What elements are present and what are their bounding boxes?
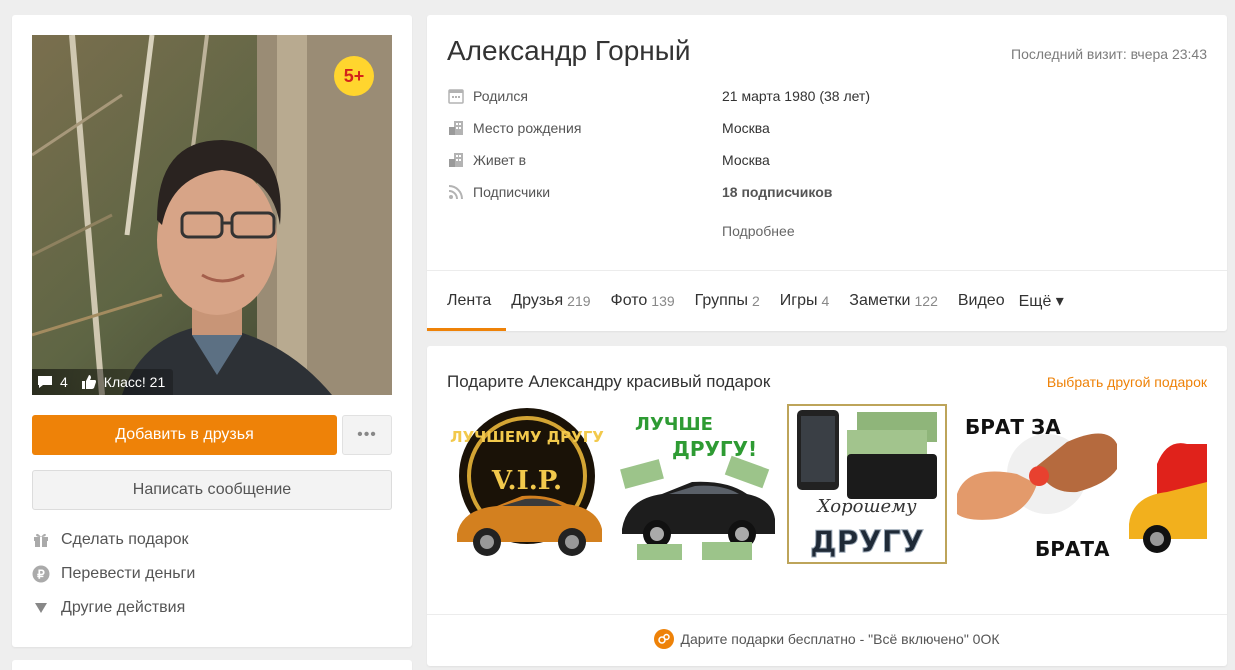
info-label: Живет в <box>473 152 527 168</box>
tab-label: Фото <box>610 291 648 309</box>
action-make-gift[interactable]: Сделать подарок <box>32 529 189 551</box>
profile-tabs: Лента Друзья 219 Фото 139 Группы 2 Игры 4 За… <box>426 270 1084 331</box>
tab-label: Друзья <box>511 291 564 309</box>
tab-count: 139 <box>651 292 675 309</box>
gift-icon <box>32 532 50 548</box>
tab-label: Группы <box>694 291 748 309</box>
profile-info-card: Александр Горный Последний визит: вчера … <box>426 15 1227 331</box>
more-options-button[interactable]: ••• <box>342 415 392 455</box>
subscribers-link[interactable]: 18 подписчиков <box>722 184 832 200</box>
building-icon <box>447 151 465 169</box>
tab-label: Лента <box>447 291 492 309</box>
gift-text-top: Хорошему <box>815 496 917 517</box>
svg-text:₽: ₽ <box>37 568 45 582</box>
info-subscribers: Подписчики 18 подписчиков <box>447 182 832 202</box>
tab-more-dropdown[interactable]: Ещё ▾ <box>1019 270 1064 331</box>
tab-count: 122 <box>914 292 938 309</box>
choose-other-gift-link[interactable]: Выбрать другой подарок <box>1047 374 1207 390</box>
building-icon <box>447 119 465 137</box>
triangle-down-icon <box>32 602 50 614</box>
info-birthday: Родился 21 марта 1980 (38 лет) <box>447 86 870 106</box>
gift-text-top: ЛУЧШЕМУ ДРУГУ <box>450 428 604 446</box>
free-gifts-promo[interactable]: Дарите подарки бесплатно - "Всё включено… <box>427 629 1227 649</box>
age-badge: 5+ <box>334 56 374 96</box>
info-value[interactable]: Москва <box>722 152 770 168</box>
last-visit: Последний визит: вчера 23:43 <box>1011 46 1207 62</box>
tab-feed[interactable]: Лента <box>426 270 507 331</box>
add-friend-button[interactable]: Добавить в друзья <box>32 415 337 455</box>
tab-label: Заметки <box>849 291 911 309</box>
gift-text-mid: V.I.P. <box>491 466 562 496</box>
gift-taxi-car-image <box>1127 404 1207 564</box>
gift-item[interactable] <box>1127 404 1207 564</box>
like-count: Класс! 21 <box>103 374 166 390</box>
info-lives-in: Живет в Москва <box>447 150 770 170</box>
comment-count: 4 <box>60 374 68 390</box>
tab-games[interactable]: Игры 4 <box>780 270 830 331</box>
ruble-icon: ₽ <box>32 565 50 583</box>
gift-money-car-image: ЛУЧШЕ ДРУГУ! <box>617 404 777 564</box>
gift-item[interactable]: Хорошему ДРУГУ <box>787 404 947 564</box>
info-label: Место рождения <box>473 120 582 136</box>
tab-video[interactable]: Видео <box>958 270 1005 331</box>
more-details-link[interactable]: Подробнее <box>722 223 795 239</box>
gift-text-mid: ДРУГУ! <box>672 437 757 461</box>
action-other-actions[interactable]: Другие действия <box>32 597 185 619</box>
tab-friends[interactable]: Друзья 219 <box>511 270 590 331</box>
gifts-card: Подарите Александру красивый подарок Выб… <box>427 346 1227 666</box>
tab-photos[interactable]: Фото 139 <box>611 270 675 331</box>
gift-text-top: ЛУЧШЕ <box>635 414 713 435</box>
write-message-button[interactable]: Написать сообщение <box>32 470 392 510</box>
like-icon <box>81 375 96 389</box>
info-birthplace: Место рождения Москва <box>447 118 770 138</box>
gifts-title: Подарите Александру красивый подарок <box>447 372 771 391</box>
gift-item[interactable]: БРАТ ЗА БРАТА <box>957 404 1117 564</box>
gift-item[interactable]: ЛУЧШЕ ДРУГУ! <box>617 404 777 564</box>
profile-name: Александр Горный <box>447 35 691 66</box>
action-transfer-money[interactable]: ₽ Перевести деньги <box>32 563 195 585</box>
info-label: Подписчики <box>473 184 551 200</box>
rss-icon <box>447 183 465 201</box>
gift-wallet-image: Хорошему ДРУГУ <box>787 404 947 564</box>
action-label: Сделать подарок <box>61 531 189 548</box>
all-inclusive-icon <box>654 629 675 649</box>
tab-label: Игры <box>779 291 818 309</box>
tab-count: 219 <box>567 292 591 309</box>
tab-label: Видео <box>957 291 1005 309</box>
free-gifts-text: Дарите подарки бесплатно - "Всё включено… <box>680 631 1000 647</box>
gift-item[interactable]: ЛУЧШЕМУ ДРУГУ V.I.P. <box>447 404 607 564</box>
info-value[interactable]: Москва <box>722 120 770 136</box>
gift-text-mid: БРАТА <box>1035 537 1110 561</box>
tab-label: Ещё ▾ <box>1018 292 1064 310</box>
tab-count: 2 <box>751 292 760 309</box>
action-label: Другие действия <box>61 599 186 616</box>
info-label: Родился <box>473 88 528 104</box>
profile-sidebar: 5+ 4 Класс! 21 Добавить в друзья ••• Нап… <box>12 15 412 647</box>
sidebar-next-card <box>12 660 412 670</box>
calendar-icon <box>447 87 465 105</box>
tab-groups[interactable]: Группы 2 <box>695 270 760 331</box>
gift-brother-fists-image: БРАТ ЗА БРАТА <box>957 404 1117 564</box>
divider <box>427 614 1227 615</box>
info-value[interactable]: 21 марта 1980 (38 лет) <box>722 88 870 104</box>
profile-photo[interactable]: 5+ 4 Класс! 21 <box>32 35 392 395</box>
photo-stats: 4 Класс! 21 <box>32 369 174 395</box>
comment-icon <box>38 376 52 388</box>
action-label: Перевести деньги <box>61 565 196 582</box>
gift-text-mid: ДРУГУ <box>810 525 924 560</box>
tab-notes[interactable]: Заметки 122 <box>849 270 938 331</box>
tab-count: 4 <box>821 292 830 309</box>
gift-vip-car-image: ЛУЧШЕМУ ДРУГУ V.I.P. <box>450 408 604 556</box>
gift-text-top: БРАТ ЗА <box>965 415 1061 439</box>
